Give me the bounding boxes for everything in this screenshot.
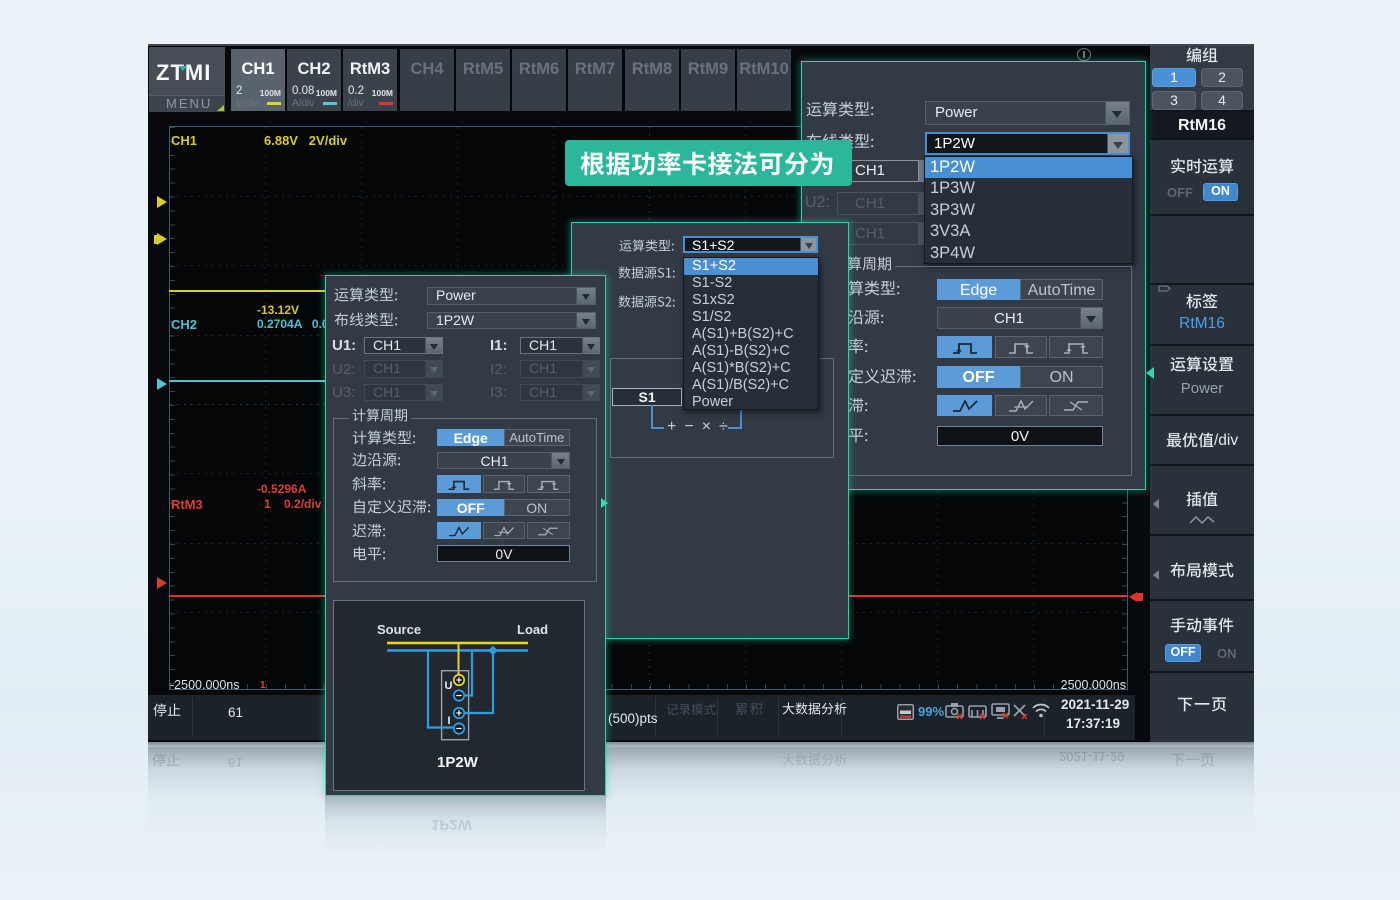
svg-text:U: U xyxy=(445,680,453,692)
svg-text:Source: Source xyxy=(377,622,421,637)
svg-text:Load: Load xyxy=(517,622,548,637)
svg-text:1P2W: 1P2W xyxy=(437,754,479,771)
svg-text:I: I xyxy=(448,715,451,727)
